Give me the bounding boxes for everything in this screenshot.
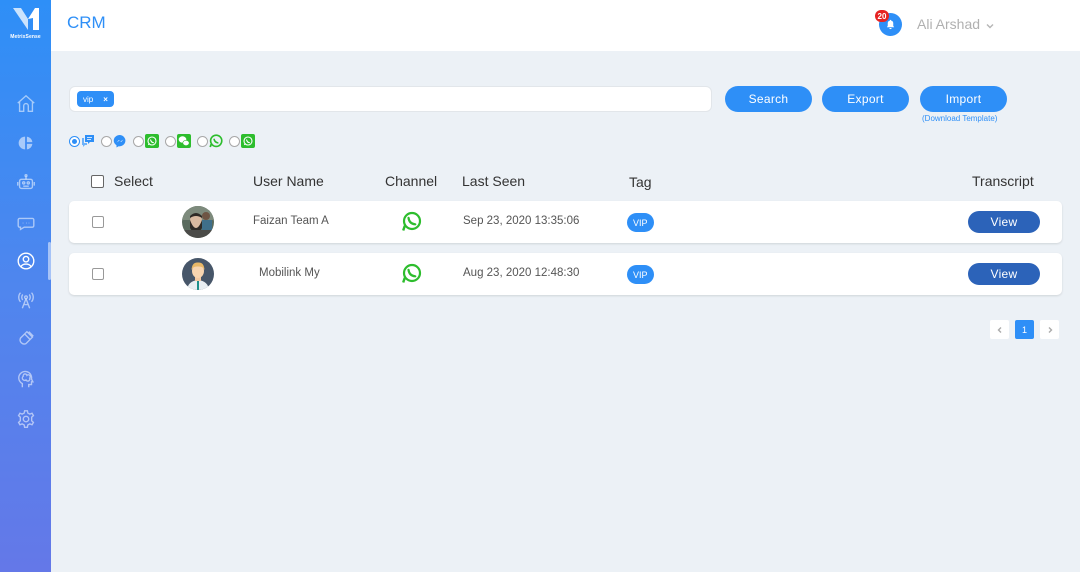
channel-radio-web-chat[interactable] (69, 135, 80, 147)
notification-count-badge: 20 (875, 10, 889, 22)
download-template-link[interactable]: (Download Template) (922, 114, 997, 123)
column-header-transcript: Transcript (972, 173, 1034, 189)
channel-radio-messenger[interactable] (101, 135, 112, 147)
sidebar-item-broadcast[interactable] (0, 283, 51, 317)
tag-badge[interactable]: VIP (627, 265, 654, 284)
gear-icon (17, 410, 34, 428)
sidebar-item-bots[interactable] (0, 165, 51, 199)
column-header-channel: Channel (385, 173, 438, 189)
sidebar-item-training[interactable] (0, 362, 51, 396)
export-button[interactable]: Export (822, 86, 909, 112)
sidebar-item-analytics[interactable] (0, 126, 51, 160)
whatsapp-square-icon (241, 134, 255, 148)
tag-search-input[interactable]: vip × (69, 86, 712, 112)
sidebar-item-leads[interactable] (0, 322, 51, 356)
column-header-last-seen: Last Seen (462, 173, 526, 189)
pagination-next-button[interactable] (1040, 320, 1059, 339)
user-menu-name[interactable]: Ali Arshad (917, 16, 980, 32)
logo[interactable]: MetrixSense (0, 0, 51, 51)
channel-radio-whatsapp-2[interactable] (229, 135, 240, 147)
search-button[interactable]: Search (725, 86, 812, 112)
web-chat-icon (81, 134, 95, 148)
sidebar-item-home[interactable] (0, 87, 51, 121)
avatar (182, 258, 214, 290)
pagination-prev-button[interactable] (990, 320, 1009, 339)
channel-radio-whatsapp[interactable] (197, 135, 208, 147)
page-title: CRM (67, 13, 106, 32)
chat-icon (17, 217, 34, 231)
magnet-icon (18, 330, 34, 345)
tag-chip-vip: vip × (77, 91, 114, 107)
whatsapp-icon (209, 134, 223, 148)
whatsapp-icon (401, 211, 422, 232)
channel-filter (69, 134, 261, 148)
pie-chart-icon (18, 136, 32, 150)
metrixsense-logo-icon (12, 8, 39, 30)
column-header-tag: Tag (629, 174, 652, 190)
robot-icon (16, 173, 35, 190)
chevron-right-icon (1048, 326, 1052, 333)
brain-head-icon (17, 370, 34, 388)
sidebar-item-settings[interactable] (0, 402, 51, 436)
pagination-page-1[interactable]: 1 (1015, 320, 1034, 339)
column-header-select: Select (114, 173, 153, 189)
tag-badge[interactable]: VIP (627, 213, 654, 232)
channel-radio-wechat[interactable] (165, 135, 176, 147)
row-checkbox[interactable] (92, 216, 104, 228)
home-icon (16, 94, 35, 113)
view-transcript-button[interactable]: View (968, 211, 1040, 233)
chevron-left-icon (997, 326, 1001, 333)
user-menu-toggle[interactable] (985, 18, 995, 29)
user-name-cell: Faizan Team A (253, 215, 329, 227)
user-name-cell: Mobilink My (259, 267, 320, 279)
row-checkbox[interactable] (92, 268, 104, 280)
select-all-checkbox[interactable] (91, 175, 104, 188)
chevron-down-icon (986, 24, 994, 29)
sidebar-item-crm[interactable] (0, 242, 51, 280)
whatsapp-square-icon (145, 134, 159, 148)
messenger-icon (113, 134, 127, 148)
table-row: Faizan Team A Sep 23, 2020 13:35:06 VIP … (69, 201, 1062, 243)
sidebar-item-conversations[interactable] (0, 206, 51, 240)
column-header-user-name: User Name (253, 173, 324, 189)
last-seen-cell: Aug 23, 2020 12:48:30 (463, 267, 580, 279)
last-seen-cell: Sep 23, 2020 13:35:06 (463, 215, 580, 227)
user-circle-icon (17, 252, 34, 270)
brand-name: MetrixSense (10, 34, 41, 40)
tag-chip-label: vip (83, 94, 94, 104)
sidebar: MetrixSense (0, 0, 51, 572)
wechat-icon (177, 134, 191, 148)
avatar (182, 206, 214, 238)
channel-radio-whatsapp-business[interactable] (133, 135, 144, 147)
remove-chip-icon[interactable]: × (103, 95, 108, 104)
table-row: Mobilink My Aug 23, 2020 12:48:30 VIP Vi… (69, 253, 1062, 295)
import-button[interactable]: Import (920, 86, 1007, 112)
whatsapp-icon (401, 263, 422, 284)
broadcast-tower-icon (17, 292, 34, 309)
view-transcript-button[interactable]: View (968, 263, 1040, 285)
